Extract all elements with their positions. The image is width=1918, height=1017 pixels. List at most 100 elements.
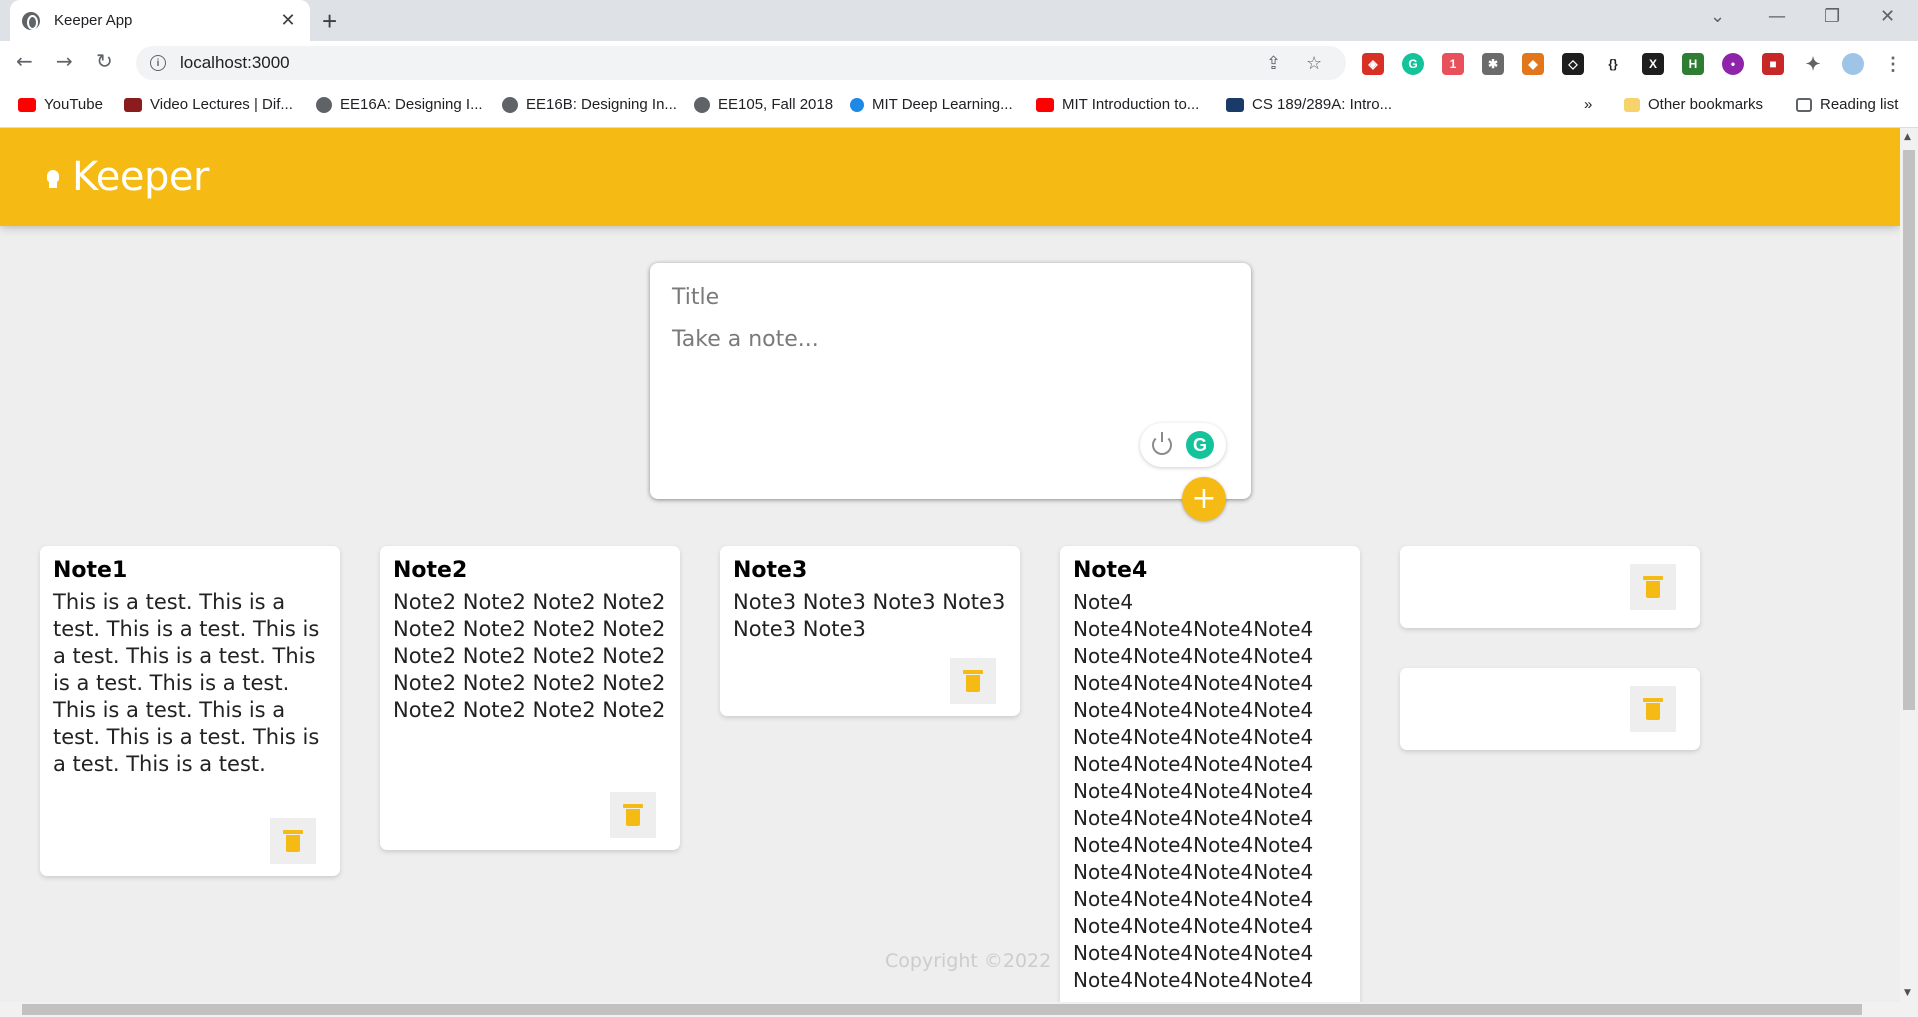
note-card	[1400, 668, 1700, 750]
page-viewport: Keeper Title Take a note... G + Note1 Th…	[0, 128, 1900, 1002]
new-tab-icon[interactable]: +	[322, 6, 337, 37]
horizontal-scroll-thumb[interactable]	[22, 1004, 1862, 1015]
bookmark-label: MIT Deep Learning...	[872, 96, 1013, 113]
note-card	[1400, 546, 1700, 628]
profile-avatar[interactable]	[1842, 53, 1864, 75]
power-icon[interactable]	[1152, 432, 1172, 455]
app-header: Keeper	[0, 128, 1900, 226]
more-bookmarks-label: »	[1584, 96, 1593, 113]
trash-icon	[283, 830, 303, 852]
bookmark-label: EE105, Fall 2018	[718, 96, 834, 113]
trash-icon	[963, 670, 983, 692]
bookmark-mit-intro[interactable]: MIT Introduction to...	[1036, 96, 1199, 113]
grammarly-icon[interactable]: G	[1186, 431, 1214, 459]
app-brand: Keeper	[72, 154, 209, 200]
bookmark-label: EE16A: Designing I...	[340, 96, 483, 113]
binance-extension-icon[interactable]: ◇	[1562, 53, 1584, 75]
extension-shield-icon[interactable]: ◈	[1362, 53, 1384, 75]
extensions-puzzle-icon[interactable]: ✦	[1802, 53, 1824, 75]
share-icon[interactable]: ⇪	[1266, 53, 1281, 74]
reading-list-label: Reading list	[1820, 96, 1899, 113]
footer-copyright: Copyright ©2022	[885, 950, 1052, 972]
note-content: Note4 Note4Note4Note4Note4 Note4Note4Not…	[1073, 590, 1314, 992]
bookmark-label: MIT Introduction to...	[1062, 96, 1200, 113]
browser-tab-strip: Keeper App ✕ + ⌄ — ❐ ✕	[0, 0, 1918, 41]
bookmark-cs189[interactable]: CS 189/289A: Intro...	[1226, 96, 1392, 113]
bookmark-label: CS 189/289A: Intro...	[1252, 96, 1393, 113]
grammarly-widget: G	[1140, 423, 1226, 467]
bug-extension-icon[interactable]: ✱	[1482, 53, 1504, 75]
other-bookmarks-folder[interactable]: Other bookmarks	[1624, 96, 1763, 113]
x-extension-icon[interactable]: X	[1642, 53, 1664, 75]
scroll-down-icon[interactable]: ▼	[1904, 988, 1911, 998]
note-card: Note2 Note2 Note2 Note2 Note2 Note2 Note…	[380, 546, 680, 850]
note-content: Note2 Note2 Note2 Note2 Note2 Note2 Note…	[393, 590, 673, 722]
note-card: Note4 Note4 Note4Note4Note4Note4 Note4No…	[1060, 546, 1360, 1002]
restore-icon[interactable]: ❐	[1824, 6, 1840, 27]
note-title-input[interactable]: Title	[672, 285, 1229, 319]
note-content-input[interactable]: Take a note...	[672, 327, 1229, 352]
note-card: Note1 This is a test. This is a test. Th…	[40, 546, 340, 876]
browser-toolbar: ← → ↻ i localhost:3000 ⇪ ☆ ◈ G 1 ✱ ◆ ◇ {…	[0, 41, 1918, 86]
delete-note-button[interactable]	[1630, 686, 1676, 732]
info-icon[interactable]: i	[150, 55, 166, 71]
other-bookmarks-label: Other bookmarks	[1648, 96, 1764, 113]
tab-title: Keeper App	[54, 12, 133, 29]
delete-note-button[interactable]	[270, 818, 316, 864]
bookmark-label: Video Lectures | Dif...	[150, 96, 293, 113]
delete-note-button[interactable]	[1630, 564, 1676, 610]
bookmark-ee105[interactable]: EE105, Fall 2018	[694, 96, 833, 113]
note-title: Note3	[733, 558, 808, 583]
json-extension-icon[interactable]: {}	[1602, 53, 1624, 75]
more-bookmarks-button[interactable]: »	[1584, 96, 1592, 113]
youtube-icon	[18, 97, 36, 112]
grammarly-extension-icon[interactable]: G	[1402, 53, 1424, 75]
bookmark-ee16b[interactable]: EE16B: Designing In...	[502, 96, 677, 113]
forward-icon[interactable]: →	[56, 49, 73, 73]
close-window-icon[interactable]: ✕	[1880, 6, 1895, 27]
bookmark-label: YouTube	[44, 96, 103, 113]
reload-icon[interactable]: ↻	[96, 49, 113, 73]
trash-icon	[1643, 576, 1663, 598]
trash-icon	[1643, 698, 1663, 720]
scroll-up-icon[interactable]: ▲	[1904, 132, 1911, 142]
delete-note-button[interactable]	[950, 658, 996, 704]
purple-extension-icon[interactable]: •	[1722, 53, 1744, 75]
folder-icon	[1624, 97, 1640, 112]
bookmark-youtube[interactable]: YouTube	[18, 96, 103, 113]
note-content: This is a test. This is a test. This is …	[53, 590, 326, 776]
note-card: Note3 Note3 Note3 Note3 Note3 Note3 Note…	[720, 546, 1020, 716]
address-bar[interactable]: i localhost:3000 ⇪ ☆	[136, 46, 1346, 80]
globe-icon	[22, 11, 40, 30]
close-tab-icon[interactable]: ✕	[278, 10, 298, 31]
html-extension-icon[interactable]: H	[1682, 53, 1704, 75]
browser-tab[interactable]: Keeper App ✕	[10, 0, 310, 41]
extension-badge-icon[interactable]: 1	[1442, 53, 1464, 75]
vertical-scroll-thumb[interactable]	[1903, 150, 1915, 710]
url-text: localhost:3000	[180, 53, 290, 72]
back-icon[interactable]: ←	[16, 49, 33, 73]
delete-note-button[interactable]	[610, 792, 656, 838]
red-extension-icon[interactable]: ■	[1762, 53, 1784, 75]
globe-icon	[316, 96, 332, 113]
reading-list-button[interactable]: Reading list	[1796, 96, 1898, 113]
create-note-form: Title Take a note... G	[650, 263, 1251, 499]
bookmark-video-lectures[interactable]: Video Lectures | Dif...	[124, 96, 293, 113]
bookmark-mit-deep-learning[interactable]: MIT Deep Learning...	[850, 96, 1013, 113]
add-note-button[interactable]: +	[1182, 477, 1226, 521]
globe-icon	[694, 96, 710, 113]
trash-icon	[623, 804, 643, 826]
tab-search-icon[interactable]: ⌄	[1710, 6, 1725, 27]
menu-kebab-icon[interactable]: ⋮	[1882, 53, 1904, 75]
reading-list-icon	[1796, 97, 1812, 112]
globe-icon	[502, 96, 518, 113]
bookmark-star-icon[interactable]: ☆	[1306, 53, 1322, 74]
bookmark-ee16a[interactable]: EE16A: Designing I...	[316, 96, 483, 113]
lightbulb-icon	[44, 164, 62, 190]
note-title: Note2	[393, 558, 468, 583]
horizontal-scrollbar[interactable]	[0, 1002, 1918, 1017]
share-icon	[850, 97, 864, 112]
minimize-icon[interactable]: —	[1768, 6, 1786, 27]
metamask-icon[interactable]: ◆	[1522, 53, 1544, 75]
vertical-scrollbar[interactable]: ▲ ▼	[1900, 128, 1918, 1002]
